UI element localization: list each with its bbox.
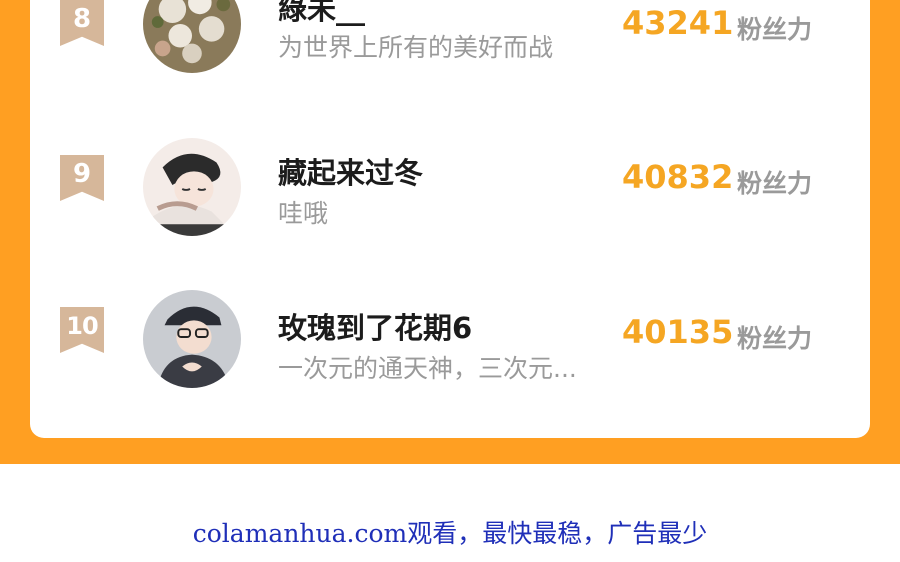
fans-unit-label: 粉丝力	[737, 324, 813, 353]
fans-unit-label: 粉丝力	[737, 15, 813, 44]
rank-badge: 9	[60, 155, 104, 201]
user-name[interactable]: 藏起来过冬	[278, 150, 423, 192]
user-name[interactable]: 玫瑰到了花期6	[278, 305, 472, 347]
fans-unit-label: 粉丝力	[737, 169, 813, 198]
user-bio: 为世界上所有的美好而战	[278, 33, 554, 62]
ranking-row[interactable]: 8 綠未__ 为世界上所有的美好而战 43241 粉丝力	[30, 0, 870, 90]
user-bio: 一次元的通天神，三次元...	[278, 354, 577, 383]
fans-count: 43241	[622, 4, 734, 42]
footer-watermark-link[interactable]: colamanhua.com观看，最快最稳，广告最少	[0, 514, 900, 550]
avatar-flowers-icon[interactable]	[143, 0, 241, 73]
user-name[interactable]: 綠未__	[278, 0, 365, 28]
ranking-row[interactable]: 10 玫瑰到了花期6 一次元的通天神，三次元... 40135 粉丝力	[30, 285, 870, 395]
ranking-card: 8 綠未__ 为世界上所有的美好而战 43241 粉丝力 9 藏起来过冬 哇哦 …	[30, 0, 870, 438]
fans-count: 40135	[622, 313, 734, 351]
user-bio: 哇哦	[278, 199, 329, 228]
rank-badge: 10	[60, 307, 104, 353]
ranking-row[interactable]: 9 藏起来过冬 哇哦 40832 粉丝力	[30, 130, 870, 240]
avatar-boy-cap-icon[interactable]	[143, 290, 241, 388]
fans-count: 40832	[622, 158, 734, 196]
avatar-sleeping-boy-icon[interactable]	[143, 138, 241, 236]
rank-badge: 8	[60, 0, 104, 46]
